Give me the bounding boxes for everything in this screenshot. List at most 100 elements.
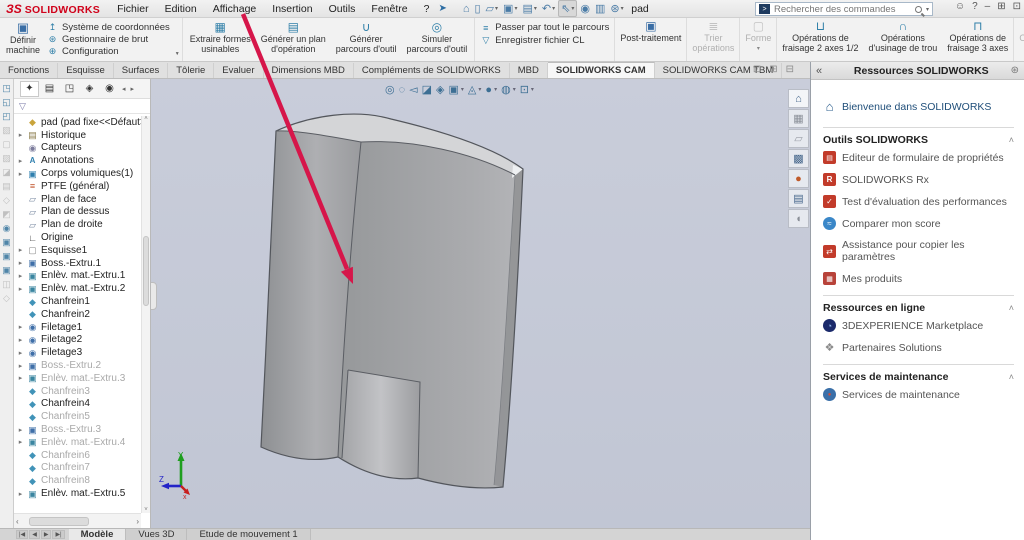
gear-icon[interactable]: ⊛ xyxy=(1011,65,1019,76)
command-search[interactable]: > ▾ xyxy=(755,2,933,16)
tree-item[interactable]: Plan de face xyxy=(14,193,141,206)
feature-manager-tab-icon[interactable]: ✦ xyxy=(20,81,39,97)
taskpane-link[interactable]: Services de maintenance xyxy=(823,388,1014,401)
search-caret-icon[interactable]: ▾ xyxy=(926,6,929,13)
tree-item[interactable]: ▸ Boss.-Extru.3 xyxy=(14,423,141,436)
ribbon-stack-button[interactable]: ≡ Passer par tout le parcours xyxy=(480,21,609,34)
commandmanager-tab[interactable]: MBD xyxy=(510,63,548,78)
commandmanager-tab[interactable]: Evaluer xyxy=(214,63,263,78)
expand-arrow-icon[interactable]: ▸ xyxy=(17,272,24,280)
commandmanager-tab[interactable]: Surfaces xyxy=(114,63,169,78)
scrollbar-thumb[interactable] xyxy=(29,517,89,526)
expand-arrow-icon[interactable]: ▸ xyxy=(17,336,24,344)
tree-item[interactable]: Chanfrein6 xyxy=(14,449,141,462)
collapse-pane-icon[interactable]: « xyxy=(816,65,832,77)
tree-item[interactable]: Capteurs xyxy=(14,142,141,155)
menu-item[interactable]: Fenêtre xyxy=(364,1,414,17)
tabs-scroll-right-icon[interactable]: ▸ xyxy=(129,85,137,93)
forum-tab-icon[interactable]: ◖ xyxy=(788,209,809,228)
expand-arrow-icon[interactable]: ▸ xyxy=(17,490,24,498)
cam-setup-icon[interactable]: ◰ xyxy=(2,111,11,121)
tree-item[interactable]: ▸ Enlèv. mat.-Extru.2 xyxy=(14,282,141,295)
ribbon-button[interactable]: ∩ Opérations d'usinage de trou ▾ xyxy=(863,18,942,61)
feature-tool-icon-5[interactable]: ▤ xyxy=(2,181,11,191)
menu-item[interactable]: Insertion xyxy=(265,1,319,17)
pin-tool-icon[interactable]: ◉ xyxy=(3,223,11,233)
collapse-section-icon[interactable]: ˄ xyxy=(1009,372,1014,382)
view-tool-icon-2[interactable]: ▣ xyxy=(2,251,11,261)
menu-item[interactable]: Edition xyxy=(158,1,204,17)
design-library-tab-icon[interactable]: ▦ xyxy=(788,109,809,128)
tree-item[interactable]: ▸ Filetage3 xyxy=(14,346,141,359)
ribbon-button[interactable]: ⊔ Opérations de fraisage 2 axes 1/2 ▾ xyxy=(776,18,863,61)
ribbon-button[interactable]: ⊓ Opérations de fraisage 3 axes ▾ xyxy=(942,18,1013,61)
pane-expand-icon[interactable]: ⊞ xyxy=(769,64,777,75)
tree-item[interactable]: ▸ Filetage2 xyxy=(14,334,141,347)
dropdown-caret-icon[interactable]: ▾ xyxy=(531,86,534,93)
ribbon-button[interactable]: ≣ Trier opérations ▾ xyxy=(686,18,739,61)
tree-item[interactable]: Plan de dessus xyxy=(14,206,141,219)
dropdown-caret-icon[interactable]: ▾ xyxy=(552,5,555,12)
sheet-nav-icon[interactable]: ◀ xyxy=(29,530,40,539)
view-tool-icon-3[interactable]: ▣ xyxy=(2,265,11,275)
expand-arrow-icon[interactable]: ▸ xyxy=(17,246,24,254)
tree-item[interactable]: ▸ Corps volumiques(1) xyxy=(14,167,141,180)
view-tool-icon-1[interactable]: ▣ xyxy=(2,237,11,247)
taskpane-link[interactable]: Editeur de formulaire de propriétés xyxy=(823,151,1014,164)
tree-item[interactable]: Plan de droite xyxy=(14,218,141,231)
restore-icon[interactable]: ⊞ xyxy=(997,1,1005,12)
part-3d-model[interactable] xyxy=(151,79,810,528)
sheet-nav-icon[interactable]: ▶ xyxy=(41,530,52,539)
expand-arrow-icon[interactable]: ▸ xyxy=(17,362,24,370)
tree-horizontal-scrollbar[interactable]: ‹ › xyxy=(14,513,141,528)
pane-restore-icon[interactable]: ⊡ xyxy=(753,64,761,75)
expand-arrow-icon[interactable]: ▸ xyxy=(17,374,24,382)
extra-tool-icon-2[interactable]: ◇ xyxy=(3,293,10,303)
commandmanager-tab[interactable]: Tôlerie xyxy=(168,63,214,78)
collapse-section-icon[interactable]: ˄ xyxy=(1009,303,1014,313)
commandmanager-tab[interactable]: Fonctions xyxy=(0,63,58,78)
login-user-icon[interactable]: ☺ xyxy=(955,1,965,12)
expand-arrow-icon[interactable]: ▸ xyxy=(17,426,24,434)
property-manager-tab-icon[interactable]: ▤ xyxy=(40,81,59,97)
appearances-tab-icon[interactable]: ● xyxy=(788,169,809,188)
tree-item[interactable]: ▸ Esquisse1 xyxy=(14,244,141,257)
expand-arrow-icon[interactable]: ▸ xyxy=(17,349,24,357)
expand-arrow-icon[interactable]: ▸ xyxy=(17,259,24,267)
tree-vertical-scrollbar[interactable]: ˄ ˅ xyxy=(141,116,150,513)
stack-caret-icon[interactable]: ▼ xyxy=(175,51,180,57)
cam-stock-icon[interactable]: ◱ xyxy=(2,97,11,107)
feature-tool-icon-6[interactable]: ◇ xyxy=(3,195,10,205)
tree-item[interactable]: Origine xyxy=(14,231,141,244)
tree-item[interactable]: pad (pad fixe<<Défaut>_E xyxy=(14,116,141,129)
file-explorer-tab-icon[interactable]: ▱ xyxy=(788,129,809,148)
dropdown-caret-icon[interactable]: ▾ xyxy=(513,86,516,93)
expand-arrow-icon[interactable]: ▸ xyxy=(17,157,24,165)
panel-splitter-handle[interactable] xyxy=(151,282,157,310)
ribbon-stack-button[interactable]: ⊛ Gestionnaire de brut xyxy=(47,33,170,45)
search-input[interactable] xyxy=(774,4,911,15)
tree-item[interactable]: Chanfrein2 xyxy=(14,308,141,321)
tree-item[interactable]: ▸ Enlèv. mat.-Extru.4 xyxy=(14,436,141,449)
tree-item[interactable]: ▸ Boss.-Extru.2 xyxy=(14,359,141,372)
welcome-link[interactable]: Bienvenue dans SOLIDWORKS xyxy=(823,100,1014,113)
dimxpert-manager-tab-icon[interactable]: ◈ xyxy=(80,81,99,97)
taskpane-link[interactable]: Test d'évaluation des performances xyxy=(823,195,1014,208)
dropdown-caret-icon[interactable]: ▾ xyxy=(514,5,517,12)
tabs-scroll-left-icon[interactable]: ◂ xyxy=(120,85,128,93)
tree-item[interactable]: ▸ Annotations xyxy=(14,154,141,167)
search-icon[interactable] xyxy=(915,6,922,13)
collapse-section-icon[interactable]: ˄ xyxy=(1009,135,1014,145)
view-palette-tab-icon[interactable]: ▩ xyxy=(788,149,809,168)
dropdown-caret-icon[interactable]: ▾ xyxy=(478,86,481,93)
tree-item[interactable]: Chanfrein7 xyxy=(14,462,141,475)
tree-item[interactable]: Chanfrein4 xyxy=(14,398,141,411)
feature-tool-icon-7[interactable]: ◩ xyxy=(2,209,11,219)
taskpane-link[interactable]: 3DEXPERIENCE Marketplace xyxy=(823,319,1014,332)
commandmanager-tab[interactable]: Esquisse xyxy=(58,63,114,78)
scrollbar-thumb[interactable] xyxy=(143,236,149,306)
feature-tool-icon-3[interactable]: ▨ xyxy=(2,153,11,163)
tree-item[interactable]: Chanfrein5 xyxy=(14,410,141,423)
menu-item[interactable]: Fichier xyxy=(110,1,156,17)
commandmanager-tab[interactable]: Dimensions MBD xyxy=(264,63,354,78)
